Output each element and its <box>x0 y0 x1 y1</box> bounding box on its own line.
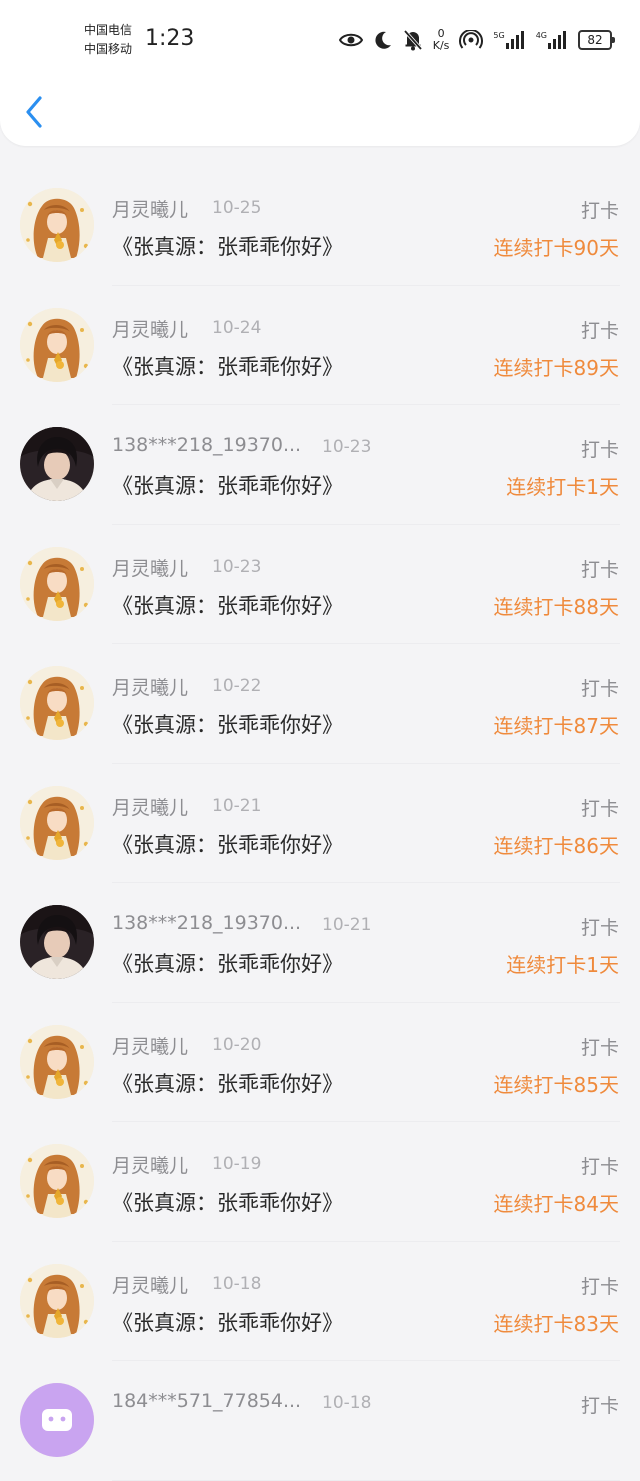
checkin-tag: 打卡 <box>580 1395 619 1417</box>
carrier-info: 中国电信 中国移动 <box>84 21 132 59</box>
work-title: 《张真源：张乖乖你好》 <box>112 952 343 976</box>
checkin-tag: 打卡 <box>580 439 619 461</box>
user-avatar[interactable] <box>20 1024 94 1099</box>
user-avatar[interactable] <box>20 785 94 860</box>
checkin-record-item[interactable]: 月灵曦儿 10-18 《张真源：张乖乖你好》 打卡连续打卡83天 <box>0 1242 640 1361</box>
user-name: 月灵曦儿 <box>112 1155 189 1177</box>
user-avatar[interactable] <box>20 1383 94 1457</box>
checkin-record-item[interactable]: 138***218_19370... 10-21 《张真源：张乖乖你好》 打卡连续打卡… <box>0 883 640 1003</box>
user-name: 月灵曦儿 <box>112 1035 189 1058</box>
user-avatar[interactable] <box>20 1144 94 1218</box>
user-avatar[interactable] <box>20 905 94 979</box>
eye-icon <box>338 32 363 48</box>
row-divider <box>112 1479 620 1481</box>
record-date: 10-21 <box>212 795 262 816</box>
streak-count: 连续打卡84天 <box>493 1192 619 1216</box>
work-title: 《张真源：张乖乖你好》 <box>112 1310 343 1335</box>
user-avatar[interactable] <box>20 1263 94 1338</box>
work-title: 《张真源：张乖乖你好》 <box>112 1191 343 1215</box>
work-title: 《张真源：张乖乖你好》 <box>112 713 343 737</box>
battery-icon: 82 <box>578 30 615 50</box>
work-title: 《张真源：张乖乖你好》 <box>112 1071 343 1096</box>
work-title: 《张真源：张乖乖你好》 <box>112 593 343 618</box>
checkin-tag: 打卡 <box>580 319 619 342</box>
checkin-tag: 打卡 <box>580 1156 619 1178</box>
user-avatar[interactable] <box>20 427 94 501</box>
top-bar: 中国电信 中国移动 1:23 0 K/s 5G 4G 82 <box>0 0 640 146</box>
checkin-record-item[interactable]: 月灵曦儿 10-20 《张真源：张乖乖你好》 打卡连续打卡85天 <box>0 1003 640 1122</box>
user-name: 138***218_19370... <box>112 434 302 456</box>
checkin-tag: 打卡 <box>580 558 619 581</box>
streak-count: 连续打卡90天 <box>493 236 619 260</box>
user-name: 月灵曦儿 <box>112 1274 189 1297</box>
hotspot-icon <box>459 30 484 50</box>
record-date: 10-24 <box>212 317 262 338</box>
streak-count: 连续打卡85天 <box>493 1072 619 1097</box>
checkin-record-item[interactable]: 138***218_19370... 10-23 《张真源：张乖乖你好》 打卡连续打卡… <box>0 405 640 525</box>
checkin-record-list: 月灵曦儿 10-25 《张真源：张乖乖你好》 打卡 连续打卡90天 月灵曦儿 10-24 《… <box>0 166 640 1481</box>
record-date: 10-18 <box>322 1393 372 1413</box>
checkin-tag: 打卡 <box>580 678 619 700</box>
user-name: 月灵曦儿 <box>112 557 189 580</box>
network-speed: 0 K/s <box>433 28 450 52</box>
user-name: 138***218_19370... <box>112 912 302 934</box>
user-name: 184***571_77854... <box>112 1390 302 1412</box>
record-date: 10-20 <box>212 1034 262 1055</box>
work-title: 《张真源：张乖乖你好》 <box>112 832 343 857</box>
status-icons: 0 K/s 5G 4G 82 <box>329 26 615 54</box>
user-avatar[interactable] <box>20 307 94 382</box>
user-avatar[interactable] <box>20 188 94 262</box>
bell-off-icon <box>403 29 423 51</box>
checkin-tag: 打卡 <box>580 917 619 939</box>
checkin-record-item[interactable]: 月灵曦儿 10-23 《张真源：张乖乖你好》 打卡连续打卡88天 <box>0 525 640 644</box>
work-title: 《张真源：张乖乖你好》 <box>112 354 343 379</box>
streak-count: 连续打卡86天 <box>493 833 619 858</box>
user-name: 月灵曦儿 <box>112 199 189 221</box>
checkin-tag: 打卡 <box>580 1036 619 1059</box>
user-name: 月灵曦儿 <box>112 677 189 699</box>
checkin-record-item[interactable]: 月灵曦儿 10-24 《张真源：张乖乖你好》 打卡连续打卡89天 <box>0 286 640 405</box>
record-date: 10-22 <box>212 676 262 696</box>
record-date: 10-23 <box>322 437 372 457</box>
streak-count: 连续打卡88天 <box>493 594 619 619</box>
record-date: 10-23 <box>212 556 262 577</box>
record-date: 10-19 <box>212 1154 262 1174</box>
clock: 1:23 <box>145 26 195 51</box>
checkin-tag: 打卡 <box>580 797 619 820</box>
user-name: 月灵曦儿 <box>112 796 189 819</box>
streak-count: 连续打卡87天 <box>493 714 619 738</box>
checkin-record-item[interactable]: 月灵曦儿 10-21 《张真源：张乖乖你好》 打卡连续打卡86天 <box>0 764 640 883</box>
chevron-left-icon <box>26 96 42 128</box>
back-button[interactable] <box>18 92 54 132</box>
checkin-tag: 打卡 <box>580 200 619 222</box>
user-avatar[interactable] <box>20 546 94 621</box>
work-title: 《张真源：张乖乖你好》 <box>112 235 343 259</box>
streak-count: 连续打卡1天 <box>506 953 619 977</box>
streak-count: 连续打卡83天 <box>493 1311 619 1336</box>
checkin-record-item[interactable]: 月灵曦儿 10-22 《张真源：张乖乖你好》 打卡连续打卡87天 <box>0 644 640 764</box>
streak-count: 连续打卡1天 <box>506 475 619 499</box>
record-date: 10-18 <box>212 1273 262 1294</box>
user-avatar[interactable] <box>20 666 94 740</box>
record-date: 10-25 <box>212 198 262 218</box>
record-date: 10-21 <box>322 915 372 935</box>
user-name: 月灵曦儿 <box>112 318 189 341</box>
signal-icon-4g: 4G <box>536 31 568 49</box>
net-speed-unit: K/s <box>432 39 450 52</box>
checkin-tag: 打卡 <box>580 1275 619 1298</box>
checkin-record-item[interactable]: 月灵曦儿 10-19 《张真源：张乖乖你好》 打卡连续打卡84天 <box>0 1122 640 1242</box>
moon-icon <box>373 30 393 50</box>
status-bar: 中国电信 中国移动 1:23 0 K/s 5G 4G 82 <box>0 0 640 80</box>
work-title: 《张真源：张乖乖你好》 <box>112 474 343 498</box>
streak-count: 连续打卡89天 <box>493 355 619 380</box>
carrier-1: 中国电信 <box>84 23 133 37</box>
signal-icon-5g: 5G <box>493 31 525 49</box>
checkin-record-item[interactable]: 月灵曦儿 10-25 《张真源：张乖乖你好》 打卡连续打卡90天 <box>0 166 640 286</box>
checkin-record-item[interactable]: 184***571_77854... 10-18 打卡 <box>0 1361 640 1481</box>
carrier-2: 中国移动 <box>84 42 133 56</box>
